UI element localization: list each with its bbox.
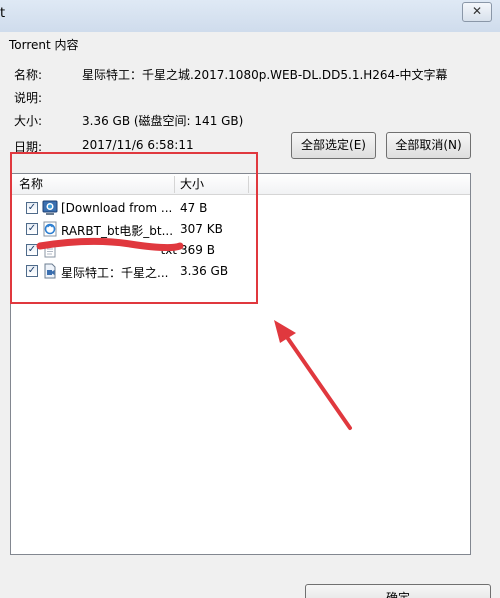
- dialog-client-area: Torrent 内容 名称: 星际特工：千星之城.2017.1080p.WEB-…: [0, 32, 500, 598]
- file-row[interactable]: ✓ 星际特工：千星之... 3.36 GB: [11, 261, 470, 282]
- url-shortcut-icon: [43, 221, 57, 237]
- column-header-name[interactable]: 名称: [13, 174, 43, 194]
- file-name: txt: [160, 243, 177, 257]
- close-button[interactable]: ✕: [462, 2, 492, 22]
- size-value: 3.36 GB (磁盘空间: 141 GB): [82, 114, 244, 128]
- file-row[interactable]: ✓ [Download from ... 47 B: [11, 198, 470, 219]
- text-file-icon: [44, 242, 56, 258]
- column-header-size[interactable]: 大小: [174, 174, 204, 194]
- name-value: 星际特工：千星之城.2017.1080p.WEB-DL.DD5.1.H264-中…: [82, 68, 448, 82]
- title-bar: t ✕: [0, 0, 500, 32]
- column-divider[interactable]: [248, 176, 249, 193]
- file-name: 星际特工：千星之...: [61, 266, 169, 280]
- deselect-all-button[interactable]: 全部取消(N): [386, 132, 471, 159]
- file-name: [Download from ...: [61, 201, 173, 215]
- file-row[interactable]: ✓ txt 369 B: [11, 240, 470, 261]
- file-checkbox[interactable]: ✓: [26, 265, 38, 277]
- size-label: 大小:: [14, 114, 43, 128]
- file-checkbox[interactable]: ✓: [26, 244, 38, 256]
- window-title: t: [0, 6, 6, 21]
- file-list[interactable]: 名称 大小 ✓ [Download from ... 47 B ✓ RARBT_…: [10, 173, 471, 555]
- date-value: 2017/11/6 6:58:11: [82, 138, 194, 152]
- file-size: 47 B: [180, 201, 208, 215]
- file-name: RARBT_bt电影_bt...: [61, 224, 174, 238]
- file-row[interactable]: ✓ RARBT_bt电影_bt... 307 KB: [11, 219, 470, 240]
- select-all-button[interactable]: 全部选定(E): [291, 132, 376, 159]
- file-size: 369 B: [180, 243, 215, 257]
- file-checkbox[interactable]: ✓: [26, 202, 38, 214]
- web-page-icon: [42, 200, 58, 215]
- file-size: 3.36 GB: [180, 264, 229, 278]
- name-label: 名称:: [14, 68, 43, 82]
- close-icon: ✕: [471, 4, 483, 18]
- file-size: 307 KB: [180, 222, 223, 236]
- file-checkbox[interactable]: ✓: [26, 223, 38, 235]
- group-label: Torrent 内容: [9, 38, 79, 52]
- file-list-header: 名称 大小: [11, 174, 470, 195]
- video-file-icon: [44, 263, 56, 279]
- date-label: 日期:: [14, 140, 43, 154]
- ok-button[interactable]: 确定: [305, 584, 491, 598]
- description-label: 说明:: [14, 91, 43, 105]
